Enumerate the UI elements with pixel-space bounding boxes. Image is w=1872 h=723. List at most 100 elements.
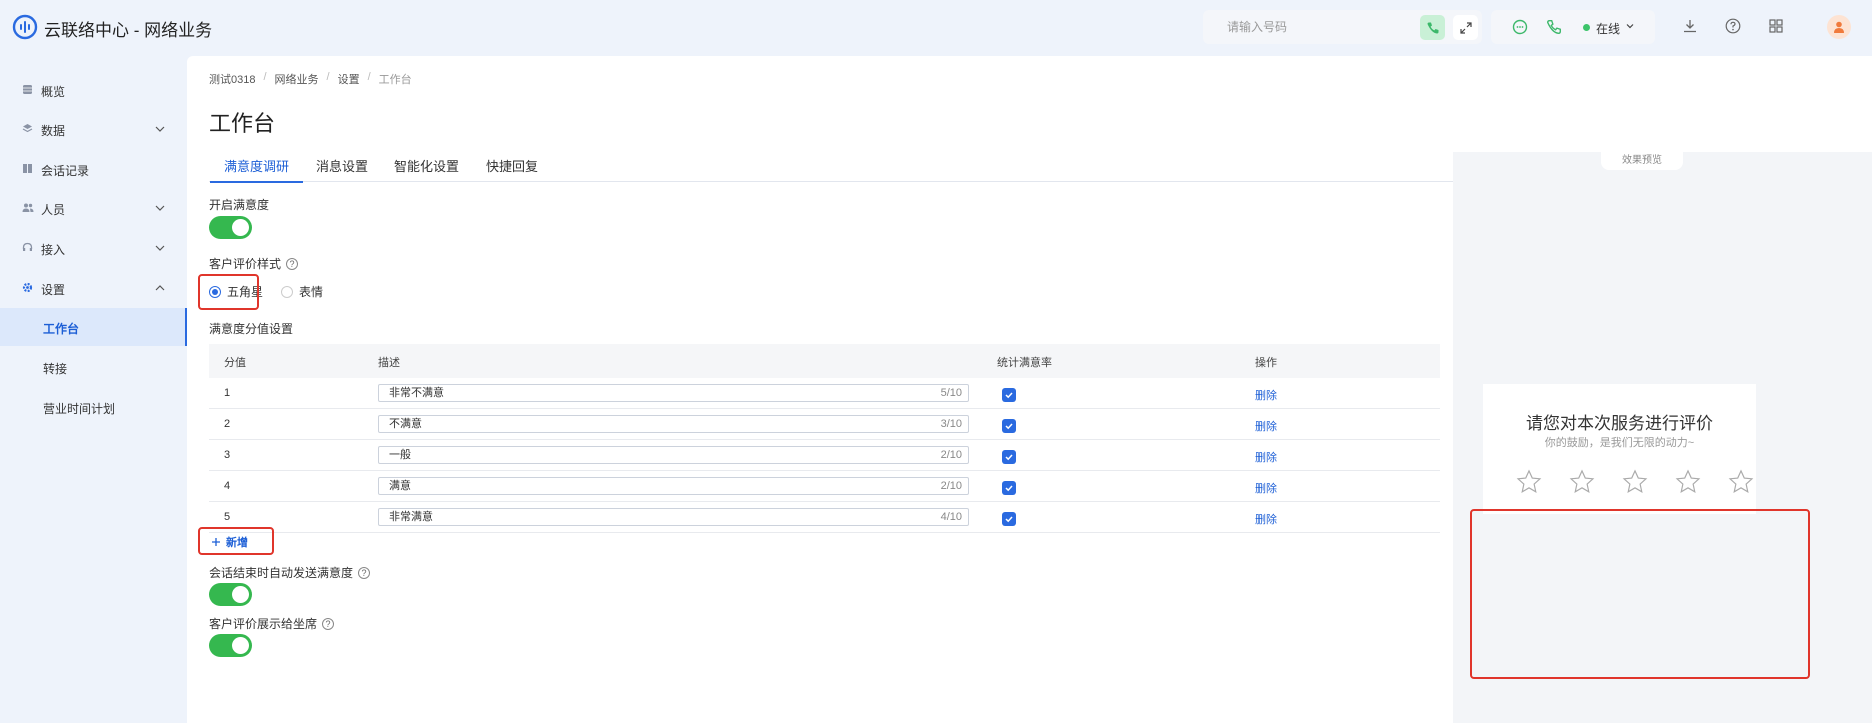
tab-satisfaction-survey[interactable]: 满意度调研: [209, 156, 304, 183]
help-icon[interactable]: ?: [286, 257, 299, 270]
user-avatar[interactable]: [1827, 15, 1851, 39]
gear-icon: [22, 282, 33, 293]
table-row: 1 非常不满意 5/10 删除: [209, 378, 1440, 409]
sidebar-item-data[interactable]: 数据: [0, 110, 187, 148]
preview-subtitle: 你的鼓励，是我们无限的动力~: [1544, 437, 1695, 449]
score-settings-label: 满意度分值设置: [209, 322, 294, 336]
description-input[interactable]: 非常不满意 5/10: [378, 384, 969, 402]
radio-emoji[interactable]: 表情: [281, 283, 323, 300]
tab-quick-reply[interactable]: 快捷回复: [486, 156, 538, 182]
chevron-down-icon: [155, 245, 165, 251]
table-row: 2 不满意 3/10 删除: [209, 409, 1440, 440]
star-rating: [1515, 468, 1755, 496]
phone-status-icon[interactable]: [1546, 19, 1562, 35]
sidebar-item-workbench[interactable]: 工作台: [0, 308, 187, 346]
check-icon: [1005, 423, 1013, 430]
delete-link[interactable]: 删除: [1255, 511, 1277, 527]
chevron-down-icon[interactable]: [1625, 21, 1635, 31]
help-icon[interactable]: [1725, 18, 1741, 34]
help-icon[interactable]: ?: [322, 617, 335, 630]
delete-link[interactable]: 删除: [1255, 480, 1277, 496]
expand-icon: [1459, 21, 1472, 34]
char-count: 2/10: [940, 449, 962, 461]
star-icon[interactable]: [1515, 468, 1543, 496]
delete-link[interactable]: 删除: [1255, 449, 1277, 465]
char-count: 2/10: [940, 480, 962, 492]
sidebar-item-access[interactable]: 接入: [0, 229, 187, 267]
char-count: 4/10: [940, 511, 962, 523]
preview-rating-card: 请您对本次服务进行评价 你的鼓励，是我们无限的动力~: [1483, 384, 1756, 514]
star-icon[interactable]: [1621, 468, 1649, 496]
table-row: 5 非常满意 4/10 删除: [209, 502, 1440, 533]
users-icon: [22, 203, 34, 212]
sidebar-item-business-hours[interactable]: 营业时间计划: [0, 388, 187, 426]
app-title: 云联络中心 - 网络业务: [44, 21, 213, 40]
chat-icon[interactable]: [1512, 19, 1528, 35]
score-cell: 2: [224, 418, 231, 430]
preview-panel: 效果预览 请您对本次服务进行评价 你的鼓励，是我们无限的动力~: [1453, 152, 1872, 723]
sidebar-item-overview[interactable]: 概览: [0, 71, 187, 109]
top-bar: 云联络中心 - 网络业务 在线: [0, 0, 1872, 56]
layers-icon: [22, 124, 33, 133]
star-icon[interactable]: [1727, 468, 1755, 496]
auto-send-label: 会话结束时自动发送满意度 ?: [209, 564, 371, 581]
preview-title: 请您对本次服务进行评价: [1526, 414, 1713, 433]
tab-intelligent-settings[interactable]: 智能化设置: [394, 156, 459, 182]
rating-style-radio-group: 五角星 表情: [209, 283, 323, 300]
star-icon[interactable]: [1568, 468, 1596, 496]
preview-tab: 效果预览: [1601, 152, 1683, 170]
show-to-agent-toggle[interactable]: [209, 634, 252, 657]
status-select[interactable]: 在线: [1596, 20, 1620, 37]
tab-message-settings[interactable]: 消息设置: [316, 156, 368, 182]
phone-icon: [1427, 22, 1438, 33]
call-button[interactable]: [1420, 15, 1445, 40]
apps-grid-icon[interactable]: [1768, 18, 1784, 34]
sidebar-item-people[interactable]: 人员: [0, 189, 187, 227]
breadcrumb: 测试0318/ 网络业务 / 设置 / 工作台: [209, 71, 412, 87]
count-rate-checkbox[interactable]: [1002, 450, 1016, 464]
auto-send-toggle[interactable]: [209, 583, 252, 606]
description-input[interactable]: 满意 2/10: [378, 477, 969, 495]
score-cell: 1: [224, 387, 231, 399]
star-icon[interactable]: [1674, 468, 1702, 496]
table-header: 分值 描述 统计满意率 操作: [209, 344, 1440, 378]
sidebar-item-session-records[interactable]: 会话记录: [0, 150, 187, 188]
description-input[interactable]: 非常满意 4/10: [378, 508, 969, 526]
breadcrumb-item[interactable]: 设置: [338, 71, 360, 87]
add-score-button[interactable]: 新增: [211, 534, 248, 550]
count-rate-checkbox[interactable]: [1002, 512, 1016, 526]
phone-number-input[interactable]: [1227, 20, 1417, 34]
check-icon: [1005, 454, 1013, 461]
online-dot: [1583, 24, 1590, 31]
radio-five-star[interactable]: 五角星: [209, 283, 263, 300]
check-icon: [1005, 392, 1013, 399]
breadcrumb-item[interactable]: 测试0318: [209, 71, 255, 87]
check-icon: [1005, 485, 1013, 492]
count-rate-checkbox[interactable]: [1002, 481, 1016, 495]
help-icon[interactable]: ?: [358, 566, 371, 579]
database-icon: [23, 85, 32, 94]
description-input[interactable]: 一般 2/10: [378, 446, 969, 464]
description-input[interactable]: 不满意 3/10: [378, 415, 969, 433]
breadcrumb-item[interactable]: 网络业务: [275, 71, 319, 87]
enable-satisfaction-toggle[interactable]: [209, 216, 252, 239]
records-icon: [23, 164, 32, 173]
sidebar-item-transfer[interactable]: 转接: [0, 348, 187, 386]
download-icon[interactable]: [1682, 18, 1698, 34]
count-rate-checkbox[interactable]: [1002, 419, 1016, 433]
rating-style-label: 客户评价样式 ?: [209, 255, 299, 272]
chevron-down-icon: [155, 126, 165, 132]
count-rate-checkbox[interactable]: [1002, 388, 1016, 402]
column-header-count-rate: 统计满意率: [997, 357, 1052, 369]
page-title: 工作台: [209, 111, 276, 136]
delete-link[interactable]: 删除: [1255, 387, 1277, 403]
app-logo-icon: [12, 14, 38, 40]
expand-button[interactable]: [1453, 15, 1478, 40]
score-cell: 3: [224, 449, 231, 461]
score-cell: 5: [224, 511, 231, 523]
char-count: 5/10: [940, 387, 962, 399]
radio-button-checked: [209, 285, 221, 298]
delete-link[interactable]: 删除: [1255, 418, 1277, 434]
sidebar-item-settings[interactable]: 设置: [0, 269, 187, 307]
sidebar: 概览 数据 会话记录 人员 接入 设置 工作台 转接 营业时间计划: [0, 56, 187, 723]
